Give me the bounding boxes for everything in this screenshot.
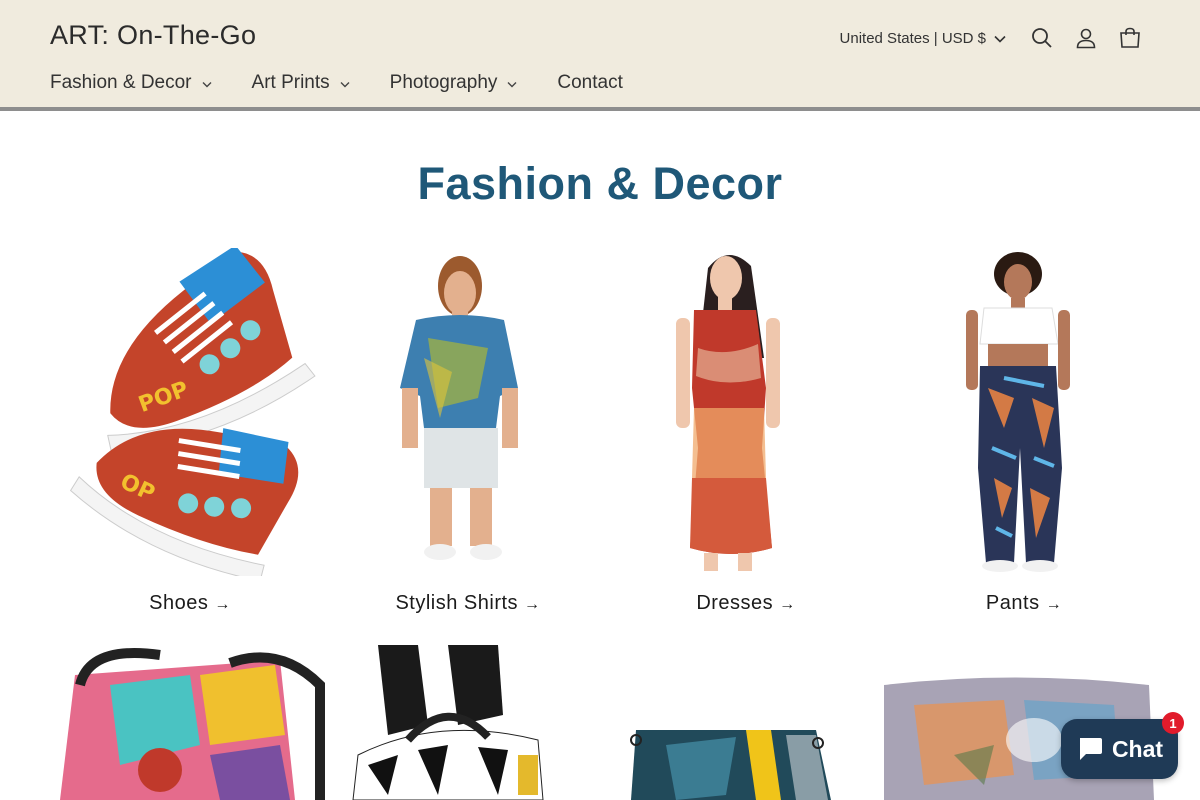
collection-card-shirts[interactable]: Stylish Shirts → [328, 248, 608, 628]
cart-icon[interactable] [1108, 18, 1152, 58]
collection-card-tote-bags[interactable] [50, 645, 330, 800]
arrow-right-icon: → [779, 596, 796, 613]
collection-link-stylish-shirts[interactable]: Stylish Shirts → [328, 592, 608, 615]
nav-item-label: Art Prints [251, 72, 330, 93]
collection-card-duffle-bags[interactable] [328, 645, 608, 800]
nav-item-photography[interactable]: Photography [390, 72, 518, 94]
collection-card-pants[interactable]: Pants → [884, 248, 1164, 628]
header-utilities: United States | USD $ [840, 18, 1152, 58]
tote-bag-image[interactable] [50, 645, 330, 800]
crossbody-bag-image[interactable] [606, 645, 886, 800]
collection-card-shoes[interactable]: POP OP Shoes → [50, 248, 330, 628]
collection-card-dresses[interactable]: Dresses → [606, 248, 886, 628]
arrow-right-icon: → [524, 596, 541, 613]
shoes-image[interactable]: POP OP [50, 248, 330, 576]
arrow-right-icon: → [214, 596, 231, 613]
arrow-right-icon: → [1045, 596, 1063, 613]
collection-link-dresses[interactable]: Dresses → [606, 592, 886, 615]
collection-link-pants[interactable]: Pants → [884, 592, 1164, 615]
collection-label: Dresses [696, 592, 774, 614]
nav-item-label: Photography [389, 72, 498, 93]
country-selector[interactable]: United States | USD $ [840, 30, 1006, 47]
duffle-bag-image[interactable] [328, 645, 608, 800]
page-title: Fashion & Decor [417, 158, 783, 209]
site-logo[interactable]: ART: On-The-Go [50, 20, 256, 51]
chevron-down-icon [994, 30, 1006, 47]
pants-image[interactable] [884, 248, 1164, 576]
nav-item-contact[interactable]: Contact [557, 72, 622, 94]
country-selector-label: United States | USD $ [839, 29, 986, 47]
chevron-down-icon [507, 72, 517, 94]
shirts-image[interactable] [328, 248, 608, 576]
chat-label: Chat [1111, 735, 1164, 762]
collection-card-crossbody-bags[interactable] [606, 645, 886, 800]
collection-link-shoes[interactable]: Shoes → [50, 592, 330, 615]
nav-item-label: Contact [557, 72, 623, 93]
site-header: ART: On-The-Go United States | USD $ Fas… [0, 0, 1200, 111]
dresses-image[interactable] [606, 248, 886, 576]
search-icon[interactable] [1020, 18, 1064, 58]
collection-label: Stylish Shirts [395, 592, 519, 614]
nav-item-fashion-decor[interactable]: Fashion & Decor [50, 72, 212, 94]
main-nav: Fashion & Decor Art Prints Photography C… [50, 72, 663, 94]
chat-notification-badge: 1 [1162, 712, 1184, 734]
chat-button[interactable]: Chat [1061, 719, 1178, 779]
nav-item-art-prints[interactable]: Art Prints [252, 72, 350, 94]
account-icon[interactable] [1064, 18, 1108, 58]
chat-bubble-icon [1079, 738, 1102, 760]
collection-label: Pants [985, 592, 1040, 614]
chevron-down-icon [340, 72, 350, 94]
collection-label: Shoes [149, 592, 209, 614]
chevron-down-icon [202, 72, 212, 94]
nav-item-label: Fashion & Decor [50, 72, 192, 93]
